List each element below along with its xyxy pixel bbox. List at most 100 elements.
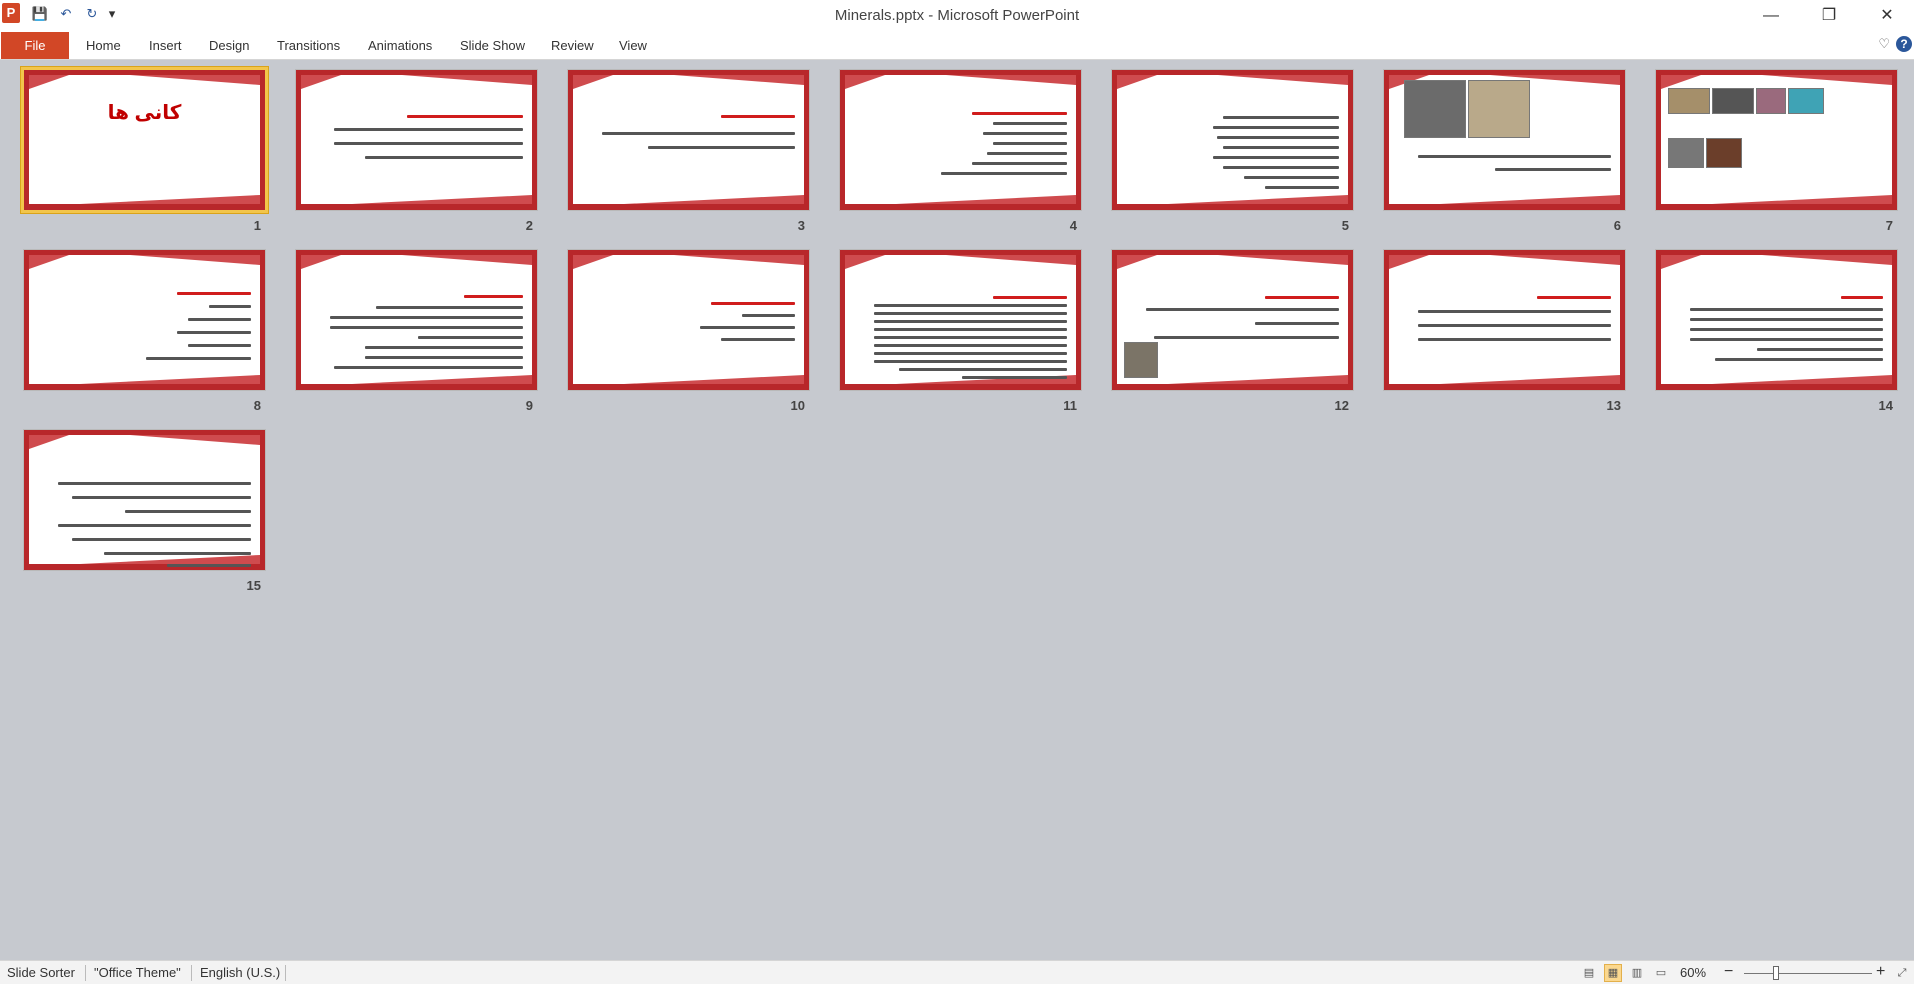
zoom-out-button[interactable]: −: [1724, 963, 1733, 981]
slide-number: 1: [253, 218, 261, 233]
slide-text-line: [1418, 338, 1611, 341]
slide-preview[interactable]: [1656, 250, 1897, 390]
slide-preview[interactable]: [568, 70, 809, 210]
slide-thumbnail-2[interactable]: 2: [296, 70, 537, 233]
slide-thumbnail-6[interactable]: 6: [1384, 70, 1625, 233]
tab-slide-show[interactable]: Slide Show: [460, 32, 525, 59]
slide-preview[interactable]: [1112, 70, 1353, 210]
slide-text-line: [167, 564, 251, 567]
slide-text-line: [58, 524, 251, 527]
status-divider: [191, 965, 192, 981]
mineral-photo: [1712, 88, 1754, 114]
zoom-level[interactable]: 60%: [1680, 965, 1706, 980]
ribbon-tabs: File Home Insert Design Transitions Anim…: [0, 30, 1914, 60]
slide-text-line: [874, 336, 1067, 339]
fit-to-window-icon[interactable]: ⤢: [1893, 964, 1911, 982]
slide-preview[interactable]: [296, 250, 537, 390]
slide-border-decoration: [29, 435, 69, 449]
slide-border-decoration: [352, 375, 532, 384]
help-icon[interactable]: ?: [1896, 36, 1912, 52]
slide-preview[interactable]: [1112, 250, 1353, 390]
maximize-button[interactable]: ❐: [1806, 0, 1852, 30]
slide-thumbnail-5[interactable]: 5: [1112, 70, 1353, 233]
slide-thumbnail-14[interactable]: 14: [1656, 250, 1897, 413]
slide-text-line: [993, 296, 1067, 299]
slide-text-line: [464, 295, 523, 298]
slide-show-view-icon[interactable]: ▭: [1652, 964, 1670, 982]
language-status[interactable]: English (U.S.): [200, 965, 280, 980]
slide-thumbnail-8[interactable]: 8: [24, 250, 265, 413]
slide-number: 13: [1606, 398, 1621, 413]
slide-sorter-view-icon[interactable]: ▦: [1604, 964, 1622, 982]
slide-border-decoration: [24, 204, 265, 210]
tab-home[interactable]: Home: [86, 32, 121, 59]
slide-border-decoration: [260, 70, 265, 210]
slide-border-decoration: [568, 384, 809, 390]
slide-text-line: [177, 331, 251, 334]
slide-preview[interactable]: [840, 250, 1081, 390]
zoom-slider[interactable]: [1744, 973, 1872, 974]
slide-preview[interactable]: [1656, 70, 1897, 210]
slide-border-decoration: [1348, 250, 1353, 390]
slide-border-decoration: [1656, 384, 1897, 390]
slide-border-decoration: [1389, 255, 1429, 269]
slide-text-line: [721, 115, 795, 118]
slide-text-line: [874, 312, 1067, 315]
slide-text-line: [1223, 116, 1339, 119]
slide-preview[interactable]: [24, 430, 265, 570]
slide-thumbnail-1[interactable]: کانی ها 1: [24, 70, 265, 233]
slide-border-decoration: [1076, 250, 1081, 390]
tab-design[interactable]: Design: [209, 32, 249, 59]
slide-text-line: [874, 344, 1067, 347]
slide-thumbnail-9[interactable]: 9: [296, 250, 537, 413]
zoom-in-button[interactable]: +: [1876, 963, 1885, 981]
slide-preview[interactable]: [568, 250, 809, 390]
slide-border-decoration: [804, 250, 809, 390]
slide-preview[interactable]: [24, 250, 265, 390]
slide-text-line: [365, 346, 523, 349]
slide-thumbnail-3[interactable]: 3: [568, 70, 809, 233]
slide-border-decoration: [1656, 204, 1897, 210]
tab-transitions[interactable]: Transitions: [277, 32, 340, 59]
close-button[interactable]: ✕: [1864, 0, 1910, 30]
normal-view-icon[interactable]: ▤: [1580, 964, 1598, 982]
slide-border-decoration: [1117, 255, 1157, 269]
zoom-slider-thumb[interactable]: [1773, 966, 1779, 980]
slide-preview[interactable]: کانی ها: [24, 70, 265, 210]
slide-text-line: [334, 142, 523, 145]
slide-border-decoration: [1440, 375, 1620, 384]
tab-review[interactable]: Review: [551, 32, 594, 59]
slide-border-decoration: [1892, 70, 1897, 210]
slide-thumbnail-7[interactable]: 7: [1656, 70, 1897, 233]
slide-border-decoration: [1384, 250, 1389, 390]
slide-preview[interactable]: [840, 70, 1081, 210]
slide-preview[interactable]: [296, 70, 537, 210]
minimize-ribbon-icon[interactable]: ♡: [1878, 36, 1890, 52]
slide-thumbnail-4[interactable]: 4: [840, 70, 1081, 233]
slide-thumbnail-12[interactable]: 12: [1112, 250, 1353, 413]
slide-text-line: [376, 306, 523, 309]
slide-thumbnail-10[interactable]: 10: [568, 250, 809, 413]
mineral-photo: [1124, 342, 1158, 378]
slide-thumbnail-15[interactable]: 15: [24, 430, 265, 593]
slide-preview[interactable]: [1384, 250, 1625, 390]
slide-preview[interactable]: [1384, 70, 1625, 210]
slide-thumbnail-11[interactable]: 11: [840, 250, 1081, 413]
minimize-button[interactable]: —: [1748, 0, 1794, 30]
tab-insert[interactable]: Insert: [149, 32, 182, 59]
tab-view[interactable]: View: [619, 32, 647, 59]
tab-animations[interactable]: Animations: [368, 32, 432, 59]
slide-text-line: [1537, 296, 1611, 299]
slide-thumbnail-13[interactable]: 13: [1384, 250, 1625, 413]
slide-number: 3: [797, 218, 805, 233]
slide-text-line: [1715, 358, 1883, 361]
slide-text-line: [1757, 348, 1883, 351]
theme-status[interactable]: "Office Theme": [94, 965, 181, 980]
slide-text-line: [874, 328, 1067, 331]
tab-file[interactable]: File: [1, 32, 69, 59]
slide-border-decoration: [1218, 255, 1348, 265]
reading-view-icon[interactable]: ▥: [1628, 964, 1646, 982]
slide-border-decoration: [29, 255, 69, 269]
slide-text-line: [125, 510, 251, 513]
slide-text-line: [993, 142, 1067, 145]
